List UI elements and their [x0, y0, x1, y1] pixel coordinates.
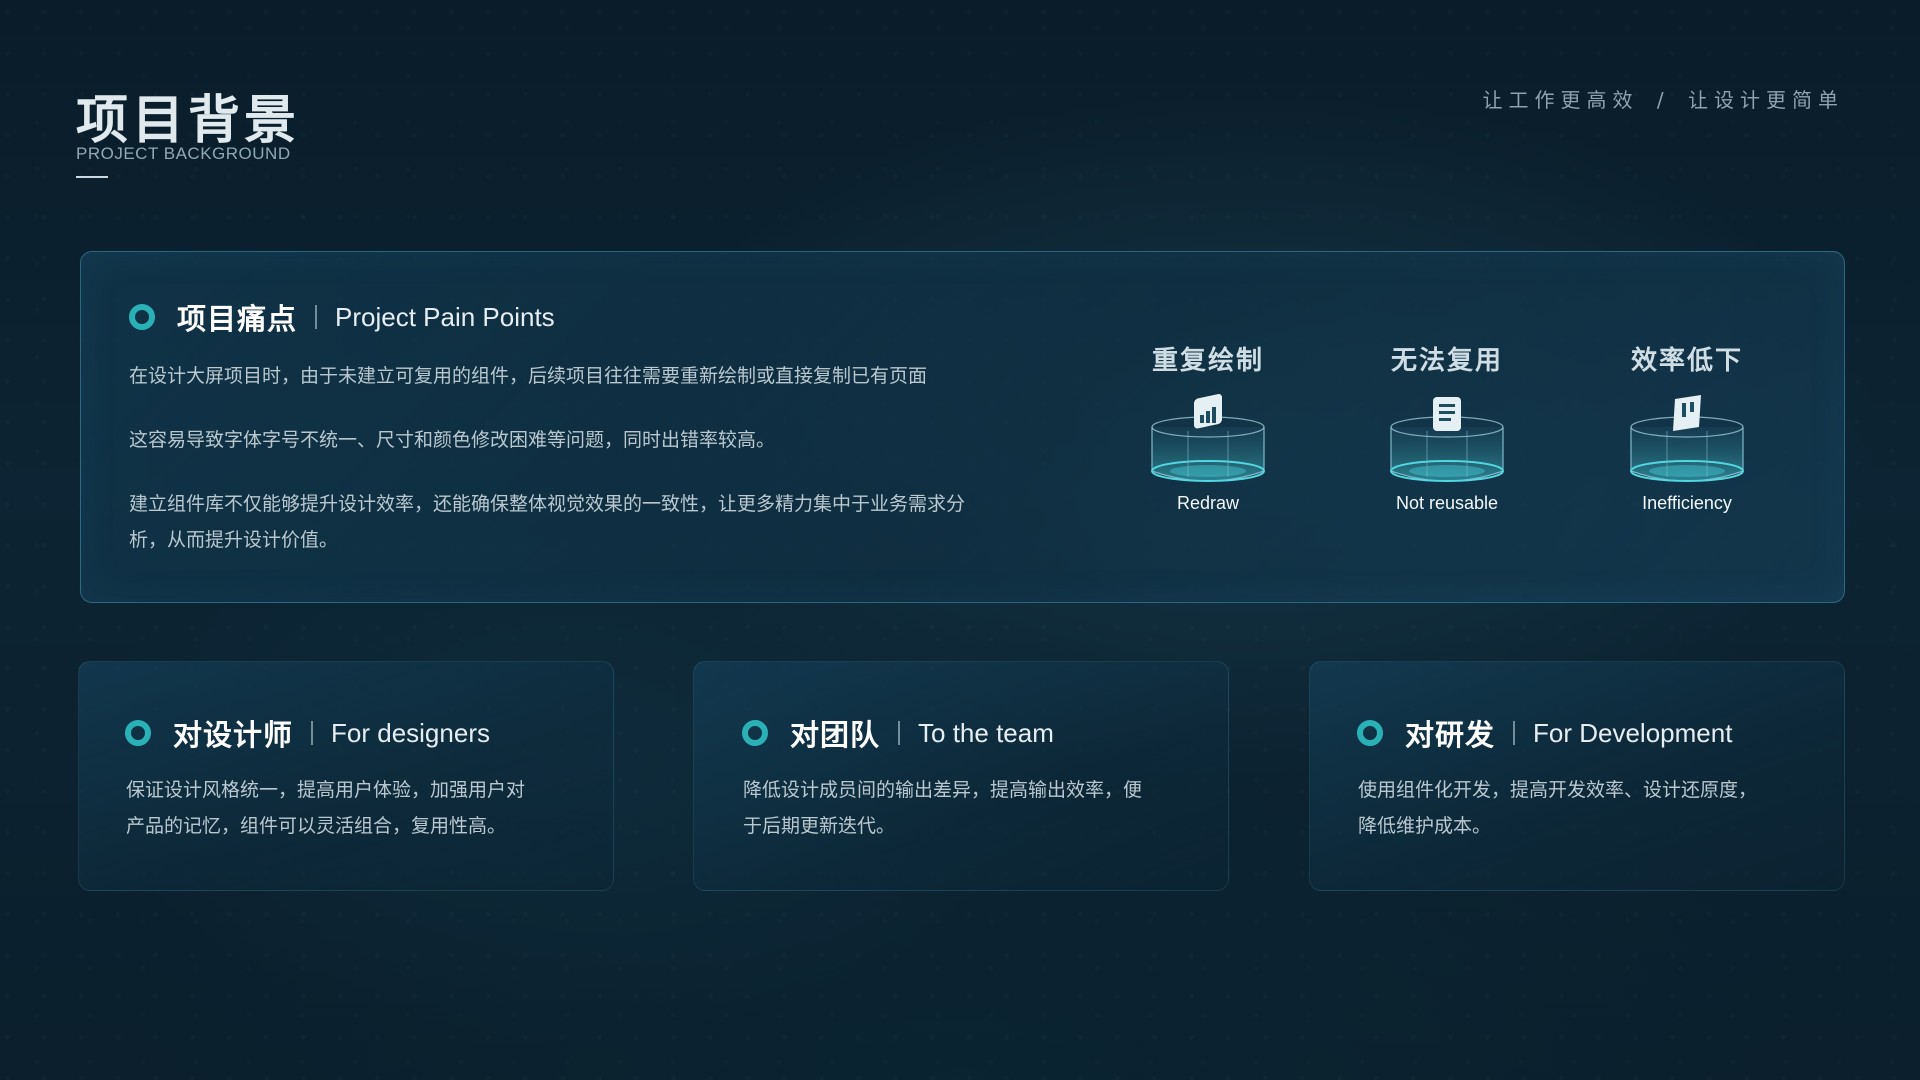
development-title-cn: 对研发 [1405, 718, 1496, 752]
pain-point-label-en: Redraw [1176, 493, 1240, 513]
pain-point-inefficiency: 效率低下 Inefficiency [1587, 340, 1787, 514]
bookmark-icon [1630, 395, 1744, 482]
pain-point-label-cn: 重复绘制 [1151, 346, 1264, 376]
ring-bullet-icon [125, 720, 151, 746]
title-divider [1513, 721, 1516, 745]
designers-header: 对设计师 For designers [125, 712, 490, 754]
development-title-en: For Development [1533, 717, 1733, 748]
pain-points-paragraph-1: 在设计大屏项目时，由于未建立可复用的组件，后续项目往往需要重新绘制或直接复制已有… [129, 365, 928, 387]
team-title-en: To the team [918, 717, 1054, 748]
pain-point-label-en: Inefficiency [1642, 493, 1732, 513]
tagline-separator: / [1656, 88, 1670, 112]
team-text-line-1: 降低设计成员间的输出差异，提高输出效率，便 [743, 779, 1143, 801]
pain-points-header: 项目痛点 Project Pain Points [129, 296, 555, 338]
designers-card: 对设计师 For designers 保证设计风格统一，提高用户体验，加强用户对… [78, 661, 614, 891]
team-text-line-2: 于后期更新迭代。 [743, 815, 896, 837]
pain-points-paragraph-2: 这容易导致字体字号不统一、尺寸和颜色修改困难等问题，同时出错率较高。 [129, 429, 776, 451]
pain-points-title-cn: 项目痛点 [177, 302, 298, 336]
pain-point-label-cn: 效率低下 [1630, 346, 1743, 376]
tagline: 让工作更高效 / 让设计更简单 [1483, 84, 1844, 113]
designers-title-en: For designers [331, 717, 490, 748]
title-divider [898, 721, 901, 745]
designers-title-cn: 对设计师 [173, 718, 294, 752]
pain-point-redraw: 重复绘制 Redraw [1108, 340, 1308, 514]
pain-point-not-reusable: 无法复用 Not reusable [1347, 340, 1547, 514]
pain-points-paragraph-4: 析，从而提升设计价值。 [129, 529, 339, 551]
pain-points-card: 项目痛点 Project Pain Points 在设计大屏项目时，由于未建立可… [80, 251, 1845, 603]
designers-text-line-1: 保证设计风格统一，提高用户体验，加强用户对 [126, 779, 526, 801]
pain-points-paragraph-3: 建立组件库不仅能够提升设计效率，还能确保整体视觉效果的一致性，让更多精力集中于业… [129, 493, 966, 515]
designers-text-line-2: 产品的记忆，组件可以灵活组合，复用性高。 [126, 815, 507, 837]
title-divider [315, 305, 318, 329]
tagline-left: 让工作更高效 [1482, 88, 1639, 112]
title-underline [76, 176, 108, 178]
team-header: 对团队 To the team [742, 712, 1054, 754]
page-title: 项目背景 [76, 91, 301, 151]
ring-bullet-icon [742, 720, 768, 746]
document-icon [1390, 397, 1504, 482]
development-text-line-1: 使用组件化开发，提高开发效率、设计还原度， [1358, 779, 1758, 801]
tagline-right: 让设计更简单 [1688, 88, 1844, 112]
page-subtitle: PROJECT BACKGROUND [76, 144, 291, 163]
bar-chart-icon [1151, 394, 1265, 482]
pain-point-label-cn: 无法复用 [1390, 346, 1503, 376]
development-header: 对研发 For Development [1357, 712, 1732, 754]
development-text-line-2: 降低维护成本。 [1358, 815, 1492, 837]
ring-bullet-icon [1357, 720, 1383, 746]
ring-bullet-icon [129, 304, 155, 330]
team-card: 对团队 To the team 降低设计成员间的输出差异，提高输出效率，便 于后… [693, 661, 1229, 891]
pain-points-title-en: Project Pain Points [335, 301, 555, 332]
team-title-cn: 对团队 [790, 718, 881, 752]
title-divider [311, 721, 314, 745]
development-card: 对研发 For Development 使用组件化开发，提高开发效率、设计还原度… [1309, 661, 1845, 891]
pain-point-label-en: Not reusable [1395, 493, 1499, 513]
